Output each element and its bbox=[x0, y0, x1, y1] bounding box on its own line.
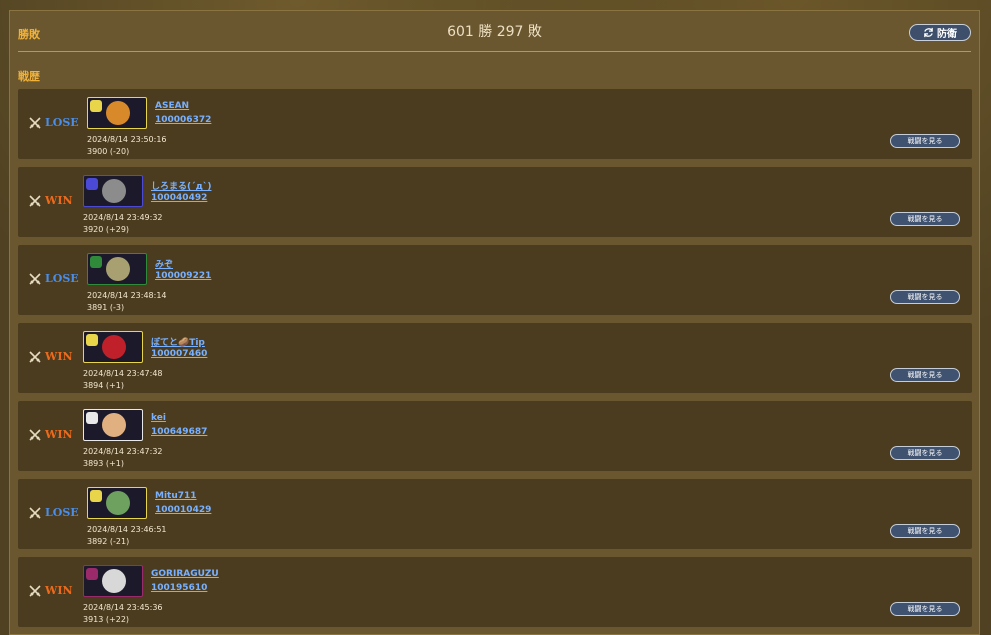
weapon-icon bbox=[86, 178, 98, 190]
player-id-link[interactable]: 100040492 bbox=[151, 193, 207, 203]
character-icon bbox=[106, 491, 130, 515]
player-name-link[interactable]: Mitu711 bbox=[155, 491, 197, 501]
battle-datetime: 2024/8/14 23:49:32 bbox=[83, 213, 163, 222]
result-indicator: LOSE bbox=[29, 272, 79, 285]
result-label: WIN bbox=[45, 350, 73, 363]
history-label: 戦歴 bbox=[18, 70, 40, 83]
battle-row: LOSE Mitu711 100010429 2024/8/14 23:46:5… bbox=[18, 479, 972, 549]
weapon-icon bbox=[90, 490, 102, 502]
weapon-icon bbox=[90, 100, 102, 112]
crossed-swords-icon bbox=[29, 350, 41, 363]
character-icon bbox=[106, 101, 130, 125]
avatar[interactable] bbox=[87, 97, 147, 129]
result-label: WIN bbox=[45, 194, 73, 207]
result-label: LOSE bbox=[45, 116, 79, 129]
view-battle-button[interactable]: 戦闘を見る bbox=[890, 446, 960, 460]
defense-button-label: 防衛 bbox=[937, 29, 957, 40]
result-indicator: LOSE bbox=[29, 506, 79, 519]
result-label: WIN bbox=[45, 584, 73, 597]
result-indicator: WIN bbox=[29, 584, 73, 597]
battle-row: WIN kei 100649687 2024/8/14 23:47:32 389… bbox=[18, 401, 972, 471]
player-id-link[interactable]: 100195610 bbox=[151, 583, 207, 593]
view-battle-button[interactable]: 戦闘を見る bbox=[890, 368, 960, 382]
result-label: WIN bbox=[45, 428, 73, 441]
battle-row: WIN GORIRAGUZU 100195610 2024/8/14 23:45… bbox=[18, 557, 972, 627]
battle-datetime: 2024/8/14 23:47:48 bbox=[83, 369, 163, 378]
crossed-swords-icon bbox=[29, 116, 41, 129]
avatar[interactable] bbox=[83, 565, 143, 597]
character-icon bbox=[102, 413, 126, 437]
avatar[interactable] bbox=[83, 331, 143, 363]
rating-score: 3920 (+29) bbox=[83, 225, 130, 234]
battle-record-panel: 勝敗 601 勝 297 敗 防衛 戦歴 LOSE ASEAN 10000637… bbox=[9, 10, 980, 635]
character-icon bbox=[102, 569, 126, 593]
divider bbox=[18, 51, 971, 52]
player-name-link[interactable]: kei bbox=[151, 413, 166, 423]
player-name-link[interactable]: しろまる(´д`) bbox=[151, 179, 212, 192]
player-id-link[interactable]: 100009221 bbox=[155, 271, 211, 281]
crossed-swords-icon bbox=[29, 506, 41, 519]
avatar[interactable] bbox=[83, 409, 143, 441]
view-battle-button[interactable]: 戦闘を見る bbox=[890, 212, 960, 226]
player-id-link[interactable]: 100649687 bbox=[151, 427, 207, 437]
view-battle-button[interactable]: 戦闘を見る bbox=[890, 602, 960, 616]
crossed-swords-icon bbox=[29, 428, 41, 441]
character-icon bbox=[102, 335, 126, 359]
crossed-swords-icon bbox=[29, 272, 41, 285]
battle-datetime: 2024/8/14 23:48:14 bbox=[87, 291, 167, 300]
player-id-link[interactable]: 100007460 bbox=[151, 349, 207, 359]
result-indicator: WIN bbox=[29, 350, 73, 363]
avatar[interactable] bbox=[83, 175, 143, 207]
battle-datetime: 2024/8/14 23:46:51 bbox=[87, 525, 167, 534]
result-label: LOSE bbox=[45, 506, 79, 519]
view-battle-button[interactable]: 戦闘を見る bbox=[890, 524, 960, 538]
result-indicator: WIN bbox=[29, 194, 73, 207]
character-icon bbox=[102, 179, 126, 203]
weapon-icon bbox=[86, 568, 98, 580]
character-icon bbox=[106, 257, 130, 281]
weapon-icon bbox=[86, 334, 98, 346]
rating-score: 3913 (+22) bbox=[83, 615, 130, 624]
player-id-link[interactable]: 100010429 bbox=[155, 505, 211, 515]
refresh-icon bbox=[924, 27, 933, 38]
player-id-link[interactable]: 100006372 bbox=[155, 115, 211, 125]
battle-datetime: 2024/8/14 23:47:32 bbox=[83, 447, 163, 456]
rating-score: 3893 (+1) bbox=[83, 459, 124, 468]
win-loss-summary: 601 勝 297 敗 bbox=[447, 24, 542, 40]
battle-row: WIN しろまる(´д`) 100040492 2024/8/14 23:49:… bbox=[18, 167, 972, 237]
crossed-swords-icon bbox=[29, 194, 41, 207]
crossed-swords-icon bbox=[29, 584, 41, 597]
view-battle-button[interactable]: 戦闘を見る bbox=[890, 290, 960, 304]
avatar[interactable] bbox=[87, 487, 147, 519]
result-indicator: LOSE bbox=[29, 116, 79, 129]
player-name-link[interactable]: ぼてと🥔Tip bbox=[151, 335, 205, 348]
weapon-icon bbox=[90, 256, 102, 268]
player-name-link[interactable]: ASEAN bbox=[155, 101, 189, 111]
rating-score: 3892 (-21) bbox=[87, 537, 130, 546]
battle-datetime: 2024/8/14 23:45:36 bbox=[83, 603, 163, 612]
battle-row: WIN ぼてと🥔Tip 100007460 2024/8/14 23:47:48… bbox=[18, 323, 972, 393]
avatar[interactable] bbox=[87, 253, 147, 285]
weapon-icon bbox=[86, 412, 98, 424]
rating-score: 3894 (+1) bbox=[83, 381, 124, 390]
result-label: LOSE bbox=[45, 272, 79, 285]
player-name-link[interactable]: GORIRAGUZU bbox=[151, 569, 219, 579]
defense-button[interactable]: 防衛 bbox=[909, 24, 971, 41]
view-battle-button[interactable]: 戦闘を見る bbox=[890, 134, 960, 148]
rating-score: 3891 (-3) bbox=[87, 303, 125, 312]
battle-row: LOSE みぞ 100009221 2024/8/14 23:48:14 389… bbox=[18, 245, 972, 315]
result-indicator: WIN bbox=[29, 428, 73, 441]
player-name-link[interactable]: みぞ bbox=[155, 257, 173, 270]
battle-row: LOSE ASEAN 100006372 2024/8/14 23:50:16 … bbox=[18, 89, 972, 159]
battle-datetime: 2024/8/14 23:50:16 bbox=[87, 135, 167, 144]
rating-score: 3900 (-20) bbox=[87, 147, 130, 156]
